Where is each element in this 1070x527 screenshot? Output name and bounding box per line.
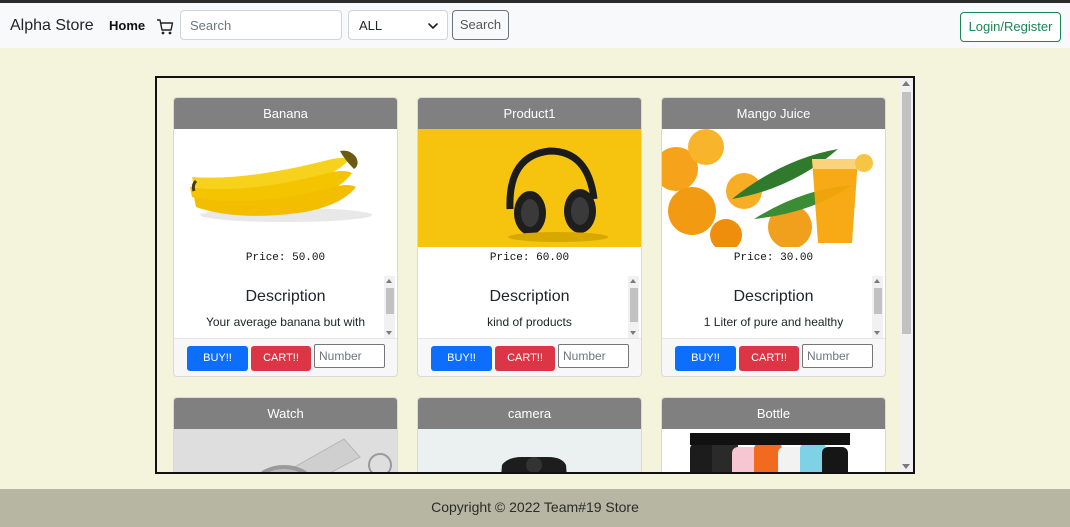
description-title: Description xyxy=(245,288,326,305)
scrollbar-thumb[interactable] xyxy=(874,288,882,314)
card-actions: BUY!! CART!! xyxy=(662,338,885,376)
description-scrollbar[interactable] xyxy=(628,276,639,338)
nav-home-link[interactable]: Home xyxy=(109,18,145,33)
product-card: Banana Price: 50.00 Description Your ave… xyxy=(173,97,398,377)
frame-scrollbar[interactable] xyxy=(899,78,913,472)
card-actions: BUY!! CART!! xyxy=(174,338,397,376)
product-name: Mango Juice xyxy=(662,98,885,129)
product-card: Bottle xyxy=(661,397,886,472)
description-box[interactable]: Description 1 Liter of pure and healthy xyxy=(662,276,885,338)
buy-button[interactable]: BUY!! xyxy=(431,346,492,371)
category-select[interactable]: ALL xyxy=(348,10,448,40)
search-input[interactable] xyxy=(180,10,342,40)
description-text: 1 Liter of pure and healthy xyxy=(703,315,844,329)
navbar: Alpha Store Home ALL Search Login/Regist… xyxy=(0,3,1070,48)
scrollbar-thumb[interactable] xyxy=(386,288,394,314)
scroll-down-arrow-icon[interactable] xyxy=(386,331,392,335)
footer-copyright: Copyright © 2022 Team#19 Store xyxy=(0,489,1070,527)
description-box[interactable]: Description kind of products xyxy=(418,276,641,338)
product-image-headphones xyxy=(418,129,641,247)
products-frame[interactable]: Banana Price: 50.00 Description Your ave… xyxy=(155,76,915,474)
product-price: Price: 60.00 xyxy=(489,252,570,264)
buy-button[interactable]: BUY!! xyxy=(675,346,736,371)
product-card: Mango Juice Price: 30.00 Description 1 L… xyxy=(661,97,886,377)
product-name: Bottle xyxy=(662,398,885,429)
quantity-input[interactable] xyxy=(558,344,629,368)
product-image-camera xyxy=(418,429,641,472)
quantity-input[interactable] xyxy=(314,344,385,368)
product-card: Watch xyxy=(173,397,398,472)
description-scrollbar[interactable] xyxy=(384,276,395,338)
card-actions: BUY!! CART!! xyxy=(418,338,641,376)
description-text: kind of products xyxy=(487,315,572,329)
scroll-up-arrow-icon[interactable] xyxy=(874,279,880,283)
product-card: Product1 Price: 60.00 Description kind o… xyxy=(417,97,642,377)
scroll-up-arrow-icon[interactable] xyxy=(630,279,636,283)
description-title: Description xyxy=(489,288,570,305)
description-text: Your average banana but with xyxy=(205,315,365,329)
scroll-up-arrow-icon[interactable] xyxy=(902,81,910,86)
buy-button[interactable]: BUY!! xyxy=(187,346,248,371)
login-register-button[interactable]: Login/Register xyxy=(960,12,1061,42)
add-to-cart-button[interactable]: CART!! xyxy=(251,346,311,371)
scroll-up-arrow-icon[interactable] xyxy=(386,279,392,283)
description-title: Description xyxy=(733,288,814,305)
product-image-watch xyxy=(174,429,397,472)
product-image-banana xyxy=(174,129,397,247)
product-name: camera xyxy=(418,398,641,429)
quantity-input[interactable] xyxy=(802,344,873,368)
scrollbar-thumb[interactable] xyxy=(630,288,638,322)
add-to-cart-button[interactable]: CART!! xyxy=(739,346,799,371)
description-scrollbar[interactable] xyxy=(872,276,883,338)
add-to-cart-button[interactable]: CART!! xyxy=(495,346,555,371)
product-image-bottles xyxy=(662,429,885,472)
category-selected-value: ALL xyxy=(359,18,383,33)
scroll-down-arrow-icon[interactable] xyxy=(630,331,636,335)
product-name: Watch xyxy=(174,398,397,429)
scroll-down-arrow-icon[interactable] xyxy=(902,464,910,469)
shopping-cart-icon[interactable] xyxy=(156,18,174,36)
product-card: camera xyxy=(417,397,642,472)
product-price: Price: 30.00 xyxy=(733,252,814,264)
product-price: Price: 50.00 xyxy=(245,252,326,264)
scroll-down-arrow-icon[interactable] xyxy=(874,331,880,335)
product-name: Product1 xyxy=(418,98,641,129)
search-button[interactable]: Search xyxy=(452,10,509,40)
scrollbar-thumb[interactable] xyxy=(902,92,911,334)
chevron-down-icon xyxy=(428,23,438,29)
brand-logo[interactable]: Alpha Store xyxy=(10,17,94,35)
description-box[interactable]: Description Your average banana but with xyxy=(174,276,397,338)
product-name: Banana xyxy=(174,98,397,129)
product-image-mango-juice xyxy=(662,129,885,247)
